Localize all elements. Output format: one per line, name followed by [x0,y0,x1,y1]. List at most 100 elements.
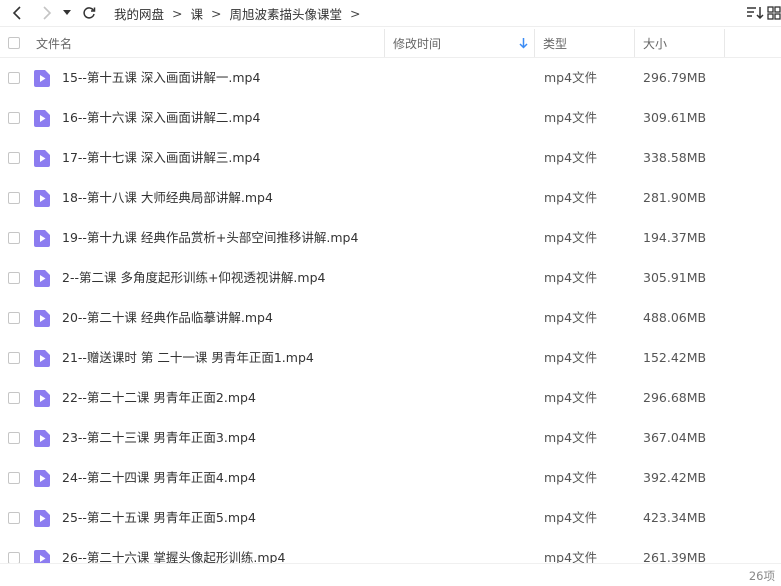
status-bar: 26项 [0,563,781,586]
table-row[interactable]: 17--第十七课 深入画面讲解三.mp4 mp4文件 338.58MB [0,138,781,178]
file-type: mp4文件 [544,350,598,365]
row-checkbox[interactable] [8,272,20,284]
table-row[interactable]: 20--第二十课 经典作品临摹讲解.mp4 mp4文件 488.06MB [0,298,781,338]
forward-button[interactable] [36,2,58,24]
table-row[interactable]: 21--赠送课时 第 二十一课 男青年正面1.mp4 mp4文件 152.42M… [0,338,781,378]
row-checkbox[interactable] [8,112,20,124]
breadcrumb-separator-icon: > [350,5,361,21]
sort-button[interactable] [743,2,767,24]
table-row[interactable]: 15--第十五课 深入画面讲解一.mp4 mp4文件 296.79MB [0,58,781,98]
column-header-type-label: 类型 [543,36,568,51]
video-file-icon [34,510,50,527]
caret-down-icon [63,10,71,15]
file-name[interactable]: 24--第二十四课 男青年正面4.mp4 [62,458,256,498]
file-type: mp4文件 [544,310,598,325]
breadcrumb-separator-icon: > [211,5,222,21]
table-row[interactable]: 23--第二十三课 男青年正面3.mp4 mp4文件 367.04MB [0,418,781,458]
file-size: 296.79MB [643,70,707,85]
row-checkbox[interactable] [8,392,20,404]
file-size: 488.06MB [643,310,707,325]
breadcrumb-separator-icon: > [172,5,183,21]
view-tools [743,0,781,26]
video-file-icon [34,190,50,207]
file-name[interactable]: 2--第二课 多角度起形训练+仰视透视讲解.mp4 [62,258,325,298]
chevron-left-icon [12,6,21,20]
column-header-type[interactable]: 类型 [534,29,634,57]
row-checkbox[interactable] [8,152,20,164]
file-type: mp4文件 [544,470,598,485]
table-row[interactable]: 25--第二十五课 男青年正面5.mp4 mp4文件 423.34MB [0,498,781,538]
file-name[interactable]: 17--第十七课 深入画面讲解三.mp4 [62,138,260,178]
table-row[interactable]: 18--第十八课 大师经典局部讲解.mp4 mp4文件 281.90MB [0,178,781,218]
item-count: 26项 [748,569,775,583]
column-header-size[interactable]: 大小 [634,29,724,57]
row-checkbox[interactable] [8,312,20,324]
file-name[interactable]: 26--第二十六课 掌握头像起形训练.mp4 [62,538,285,563]
select-all-checkbox[interactable] [8,37,20,49]
refresh-button[interactable] [78,2,100,24]
file-type: mp4文件 [544,430,598,445]
file-size: 392.42MB [643,470,707,485]
row-checkbox[interactable] [8,512,20,524]
row-checkbox[interactable] [8,472,20,484]
row-checkbox[interactable] [8,432,20,444]
file-list: 15--第十五课 深入画面讲解一.mp4 mp4文件 296.79MB 16--… [0,58,781,563]
grid-view-icon [767,6,781,20]
video-file-icon [34,550,50,563]
file-type: mp4文件 [544,110,598,125]
video-file-icon [34,350,50,367]
file-name[interactable]: 21--赠送课时 第 二十一课 男青年正面1.mp4 [62,338,314,378]
row-checkbox[interactable] [8,192,20,204]
file-name[interactable]: 18--第十八课 大师经典局部讲解.mp4 [62,178,273,218]
refresh-icon [83,7,96,19]
breadcrumb-item-course[interactable]: 课 [191,4,204,23]
file-type: mp4文件 [544,150,598,165]
video-file-icon [34,230,50,247]
file-type: mp4文件 [544,510,598,525]
video-file-icon [34,430,50,447]
file-size: 367.04MB [643,430,707,445]
view-mode-button[interactable] [767,2,781,24]
table-row[interactable]: 22--第二十二课 男青年正面2.mp4 mp4文件 296.68MB [0,378,781,418]
file-type: mp4文件 [544,550,598,563]
select-all-cell [8,29,28,57]
column-header-modified[interactable]: 修改时间 [384,29,534,57]
column-header-size-label: 大小 [643,36,668,51]
file-name[interactable]: 25--第二十五课 男青年正面5.mp4 [62,498,256,538]
back-button[interactable] [6,2,28,24]
table-row[interactable]: 16--第十六课 深入画面讲解二.mp4 mp4文件 309.61MB [0,98,781,138]
file-name[interactable]: 19--第十九课 经典作品赏析+头部空间推移讲解.mp4 [62,218,358,258]
file-type: mp4文件 [544,270,598,285]
nav-controls [0,2,100,24]
file-name[interactable]: 22--第二十二课 男青年正面2.mp4 [62,378,256,418]
video-file-icon [34,110,50,127]
row-checkbox[interactable] [8,352,20,364]
file-size: 296.68MB [643,390,707,405]
video-file-icon [34,150,50,167]
file-size: 423.34MB [643,510,707,525]
table-row[interactable]: 26--第二十六课 掌握头像起形训练.mp4 mp4文件 261.39MB [0,538,781,563]
breadcrumb: 我的网盘 > 课 > 周旭波素描头像课堂 > [114,4,369,23]
file-type: mp4文件 [544,390,598,405]
column-header-name[interactable]: 文件名 [36,29,384,57]
breadcrumb-item-current-folder[interactable]: 周旭波素描头像课堂 [230,4,343,23]
row-checkbox[interactable] [8,552,20,563]
chevron-right-icon [43,6,52,20]
table-row[interactable]: 2--第二课 多角度起形训练+仰视透视讲解.mp4 mp4文件 305.91MB [0,258,781,298]
file-name[interactable]: 15--第十五课 深入画面讲解一.mp4 [62,58,260,98]
file-type: mp4文件 [544,230,598,245]
file-name[interactable]: 20--第二十课 经典作品临摹讲解.mp4 [62,298,273,338]
row-checkbox[interactable] [8,72,20,84]
table-row[interactable]: 19--第十九课 经典作品赏析+头部空间推移讲解.mp4 mp4文件 194.3… [0,218,781,258]
breadcrumb-item-my-drive[interactable]: 我的网盘 [114,4,164,23]
file-size: 305.91MB [643,270,707,285]
column-header-name-label: 文件名 [36,36,73,51]
table-row[interactable]: 24--第二十四课 男青年正面4.mp4 mp4文件 392.42MB [0,458,781,498]
video-file-icon [34,70,50,87]
video-file-icon [34,270,50,287]
row-checkbox[interactable] [8,232,20,244]
file-name[interactable]: 23--第二十三课 男青年正面3.mp4 [62,418,256,458]
file-size: 309.61MB [643,110,707,125]
file-name[interactable]: 16--第十六课 深入画面讲解二.mp4 [62,98,260,138]
history-dropdown-button[interactable] [60,2,74,24]
